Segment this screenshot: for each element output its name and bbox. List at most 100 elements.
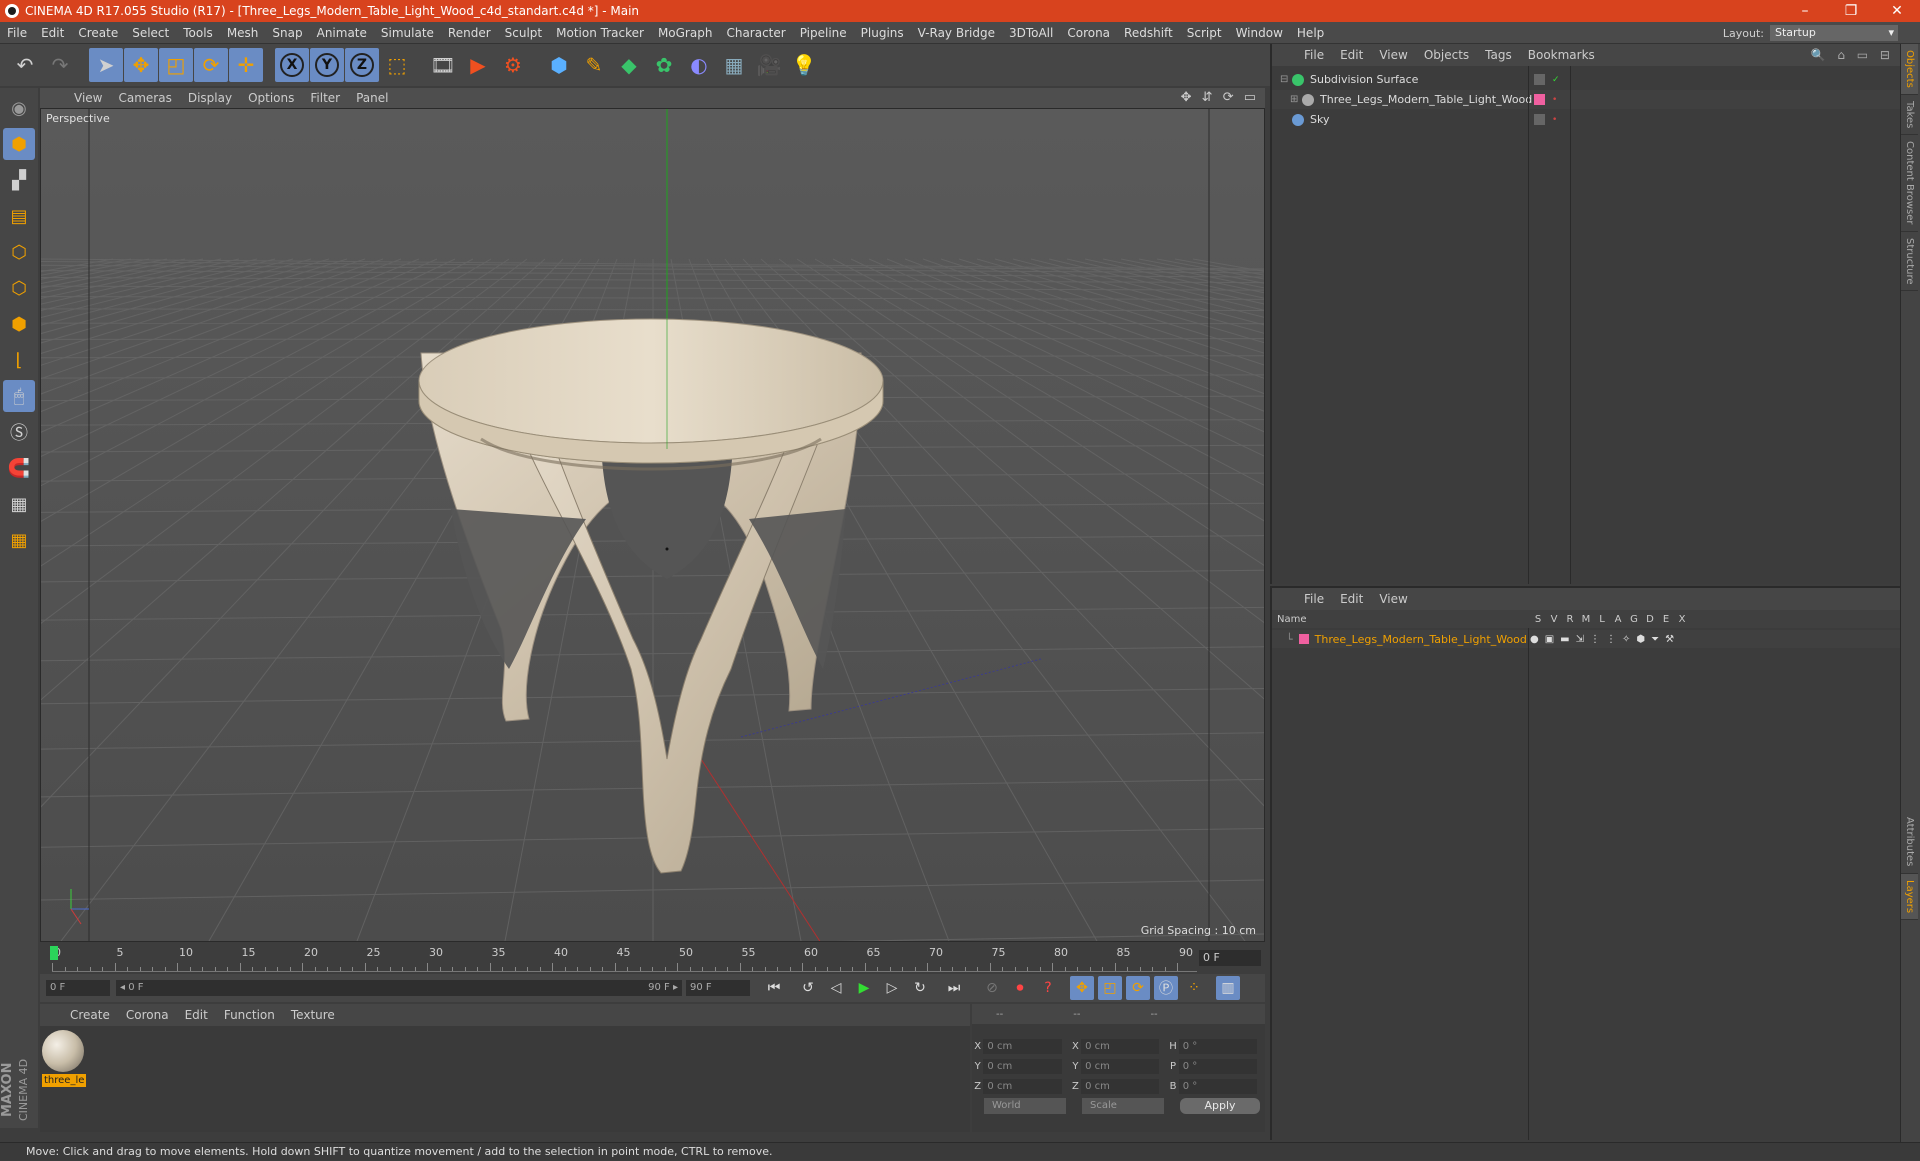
frame-range-slider[interactable]: ◂ 0 F 90 F ▸ <box>116 980 682 996</box>
menu-motion-tracker[interactable]: Motion Tracker <box>549 26 651 40</box>
menu-mesh[interactable]: Mesh <box>220 26 266 40</box>
layer-menu-view[interactable]: View <box>1371 592 1415 606</box>
object-menu-bookmarks[interactable]: Bookmarks <box>1520 48 1603 62</box>
menu-3dtoall[interactable]: 3DToAll <box>1002 26 1060 40</box>
key-parameter-icon[interactable]: Ⓟ <box>1154 976 1178 1000</box>
rot-p-field[interactable]: 0 ° <box>1179 1059 1257 1074</box>
object-search-icons[interactable]: 🔍 ⌂ ▭ ⊟ <box>1811 48 1894 62</box>
menu-corona[interactable]: Corona <box>1060 26 1117 40</box>
autokey-icon[interactable]: ? <box>1036 976 1060 1000</box>
expand-icon[interactable]: ⊟ <box>1280 74 1292 85</box>
magnet-icon[interactable]: 🧲 <box>3 452 35 484</box>
rotate-icon[interactable]: ⟳ <box>194 48 228 82</box>
pos-x-field[interactable]: 0 cm <box>983 1039 1061 1054</box>
right-tab-content-browser[interactable]: Content Browser <box>1901 135 1918 231</box>
right-tab-takes[interactable]: Takes <box>1901 95 1918 135</box>
layer-menu-edit[interactable]: Edit <box>1332 592 1371 606</box>
move-icon[interactable]: ✥ <box>124 48 158 82</box>
layer-color-swatch[interactable] <box>1299 634 1309 644</box>
snap-grid-icon[interactable]: ▦ <box>3 488 35 520</box>
object-row[interactable]: ⊟Subdivision Surface✓ <box>1272 70 1900 89</box>
size-mode-dropdown[interactable]: Scale <box>1082 1098 1164 1114</box>
material-menu-corona[interactable]: Corona <box>118 1008 177 1022</box>
world-coord-icon[interactable]: ⬚ <box>380 48 414 82</box>
viewport-menu-filter[interactable]: Filter <box>302 91 348 105</box>
object-menu-file[interactable]: File <box>1296 48 1332 62</box>
render-view-icon[interactable]: 🎞 <box>426 48 460 82</box>
layout-dropdown[interactable]: Startup <box>1770 25 1898 41</box>
layer-row[interactable]: └ Three_Legs_Modern_Table_Light_Wood ●▣▬… <box>1272 630 1900 648</box>
axis-mode-icon[interactable]: ⌊ <box>3 344 35 376</box>
timeline-ruler[interactable]: 051015202530354045505560657075808590 0 F <box>40 944 1265 974</box>
visibility-toggle-icon[interactable] <box>1534 94 1545 105</box>
spline-pen-icon[interactable]: ✎ <box>577 48 611 82</box>
menu-select[interactable]: Select <box>125 26 176 40</box>
viewport-menu-options[interactable]: Options <box>240 91 302 105</box>
menu-simulate[interactable]: Simulate <box>374 26 441 40</box>
end-frame-field[interactable]: 90 F <box>686 980 750 996</box>
menu-create[interactable]: Create <box>71 26 125 40</box>
pos-y-field[interactable]: 0 cm <box>983 1059 1061 1074</box>
menu-redshift[interactable]: Redshift <box>1117 26 1180 40</box>
go-to-start-icon[interactable]: ⏮ <box>762 976 786 1000</box>
solo-icon[interactable]: Ⓢ <box>3 416 35 448</box>
menu-snap[interactable]: Snap <box>265 26 309 40</box>
object-menu-objects[interactable]: Objects <box>1416 48 1477 62</box>
step-forward-icon[interactable]: ▷ <box>880 976 904 1000</box>
viewport-menu-cameras[interactable]: Cameras <box>110 91 179 105</box>
viewport-nav-icons[interactable]: ✥ ⇵ ⟳ ▭ <box>1181 90 1259 105</box>
menu-file[interactable]: File <box>0 26 34 40</box>
menu-script[interactable]: Script <box>1180 26 1229 40</box>
expand-icon[interactable]: ⊞ <box>1290 94 1302 105</box>
pos-z-field[interactable]: 0 cm <box>983 1079 1061 1094</box>
points-mode-icon[interactable]: ⬡ <box>3 236 35 268</box>
object-row[interactable]: ⊞Three_Legs_Modern_Table_Light_Wood• <box>1272 90 1900 109</box>
object-menu-edit[interactable]: Edit <box>1332 48 1371 62</box>
object-menu-tags[interactable]: Tags <box>1477 48 1520 62</box>
restore-button[interactable]: ❐ <box>1828 0 1874 22</box>
perspective-viewport[interactable]: Perspective Grid Spacing : 10 cm <box>40 108 1265 942</box>
select-pointer-icon[interactable]: ➤ <box>89 48 123 82</box>
menu-mograph[interactable]: MoGraph <box>651 26 720 40</box>
key-position-icon[interactable]: ✥ <box>1070 976 1094 1000</box>
snap-settings-icon[interactable]: ▦ <box>3 524 35 556</box>
layer-flag-icons[interactable]: ●▣▬⇲⋮⋮✧⬢⏷⚒ <box>1530 634 1680 645</box>
right-tab-attributes[interactable]: Attributes <box>1901 811 1918 873</box>
size-y-field[interactable]: 0 cm <box>1081 1059 1159 1074</box>
size-z-field[interactable]: 0 cm <box>1081 1079 1159 1094</box>
make-editable-icon[interactable]: ◉ <box>3 92 35 124</box>
menu-animate[interactable]: Animate <box>310 26 374 40</box>
material-menu-texture[interactable]: Texture <box>283 1008 343 1022</box>
record-disabled-icon[interactable]: ⊘ <box>980 976 1004 1000</box>
menu-tools[interactable]: Tools <box>176 26 220 40</box>
render-dot-icon[interactable]: ✓ <box>1552 75 1560 85</box>
minimize-button[interactable]: – <box>1782 0 1828 22</box>
edit-render-settings-icon[interactable]: ⚙ <box>496 48 530 82</box>
record-keys-icon[interactable]: ⏺ <box>1008 976 1032 1000</box>
menu-character[interactable]: Character <box>719 26 792 40</box>
texture-mode-icon[interactable]: ▞ <box>3 164 35 196</box>
light-icon[interactable]: 💡 <box>787 48 821 82</box>
undo-icon[interactable]: ↶ <box>8 48 42 82</box>
camera-icon[interactable]: 🎥 <box>752 48 786 82</box>
y-axis-icon[interactable]: Y <box>310 48 344 82</box>
visibility-toggle-icon[interactable] <box>1534 74 1545 85</box>
menu-v-ray-bridge[interactable]: V-Ray Bridge <box>911 26 1002 40</box>
loop-back-icon[interactable]: ↺ <box>796 976 820 1000</box>
key-rotation-icon[interactable]: ⟳ <box>1126 976 1150 1000</box>
tweak-mode-icon[interactable]: 🖱 <box>3 380 35 412</box>
model-mode-icon[interactable]: ⬢ <box>3 128 35 160</box>
right-tab-objects[interactable]: Objects <box>1901 44 1918 95</box>
transform-icon[interactable]: ✛ <box>229 48 263 82</box>
x-axis-icon[interactable]: X <box>275 48 309 82</box>
right-tab-layers[interactable]: Layers <box>1901 874 1918 920</box>
menu-window[interactable]: Window <box>1229 26 1290 40</box>
viewport-menu-display[interactable]: Display <box>180 91 240 105</box>
render-picture-viewer-icon[interactable]: ▶ <box>461 48 495 82</box>
object-row[interactable]: Sky• <box>1272 110 1900 129</box>
scale-icon[interactable]: ◰ <box>159 48 193 82</box>
visibility-toggle-icon[interactable] <box>1534 114 1545 125</box>
material-swatch[interactable]: three_le <box>42 1030 86 1090</box>
array-icon[interactable]: ✿ <box>647 48 681 82</box>
menu-help[interactable]: Help <box>1290 26 1331 40</box>
